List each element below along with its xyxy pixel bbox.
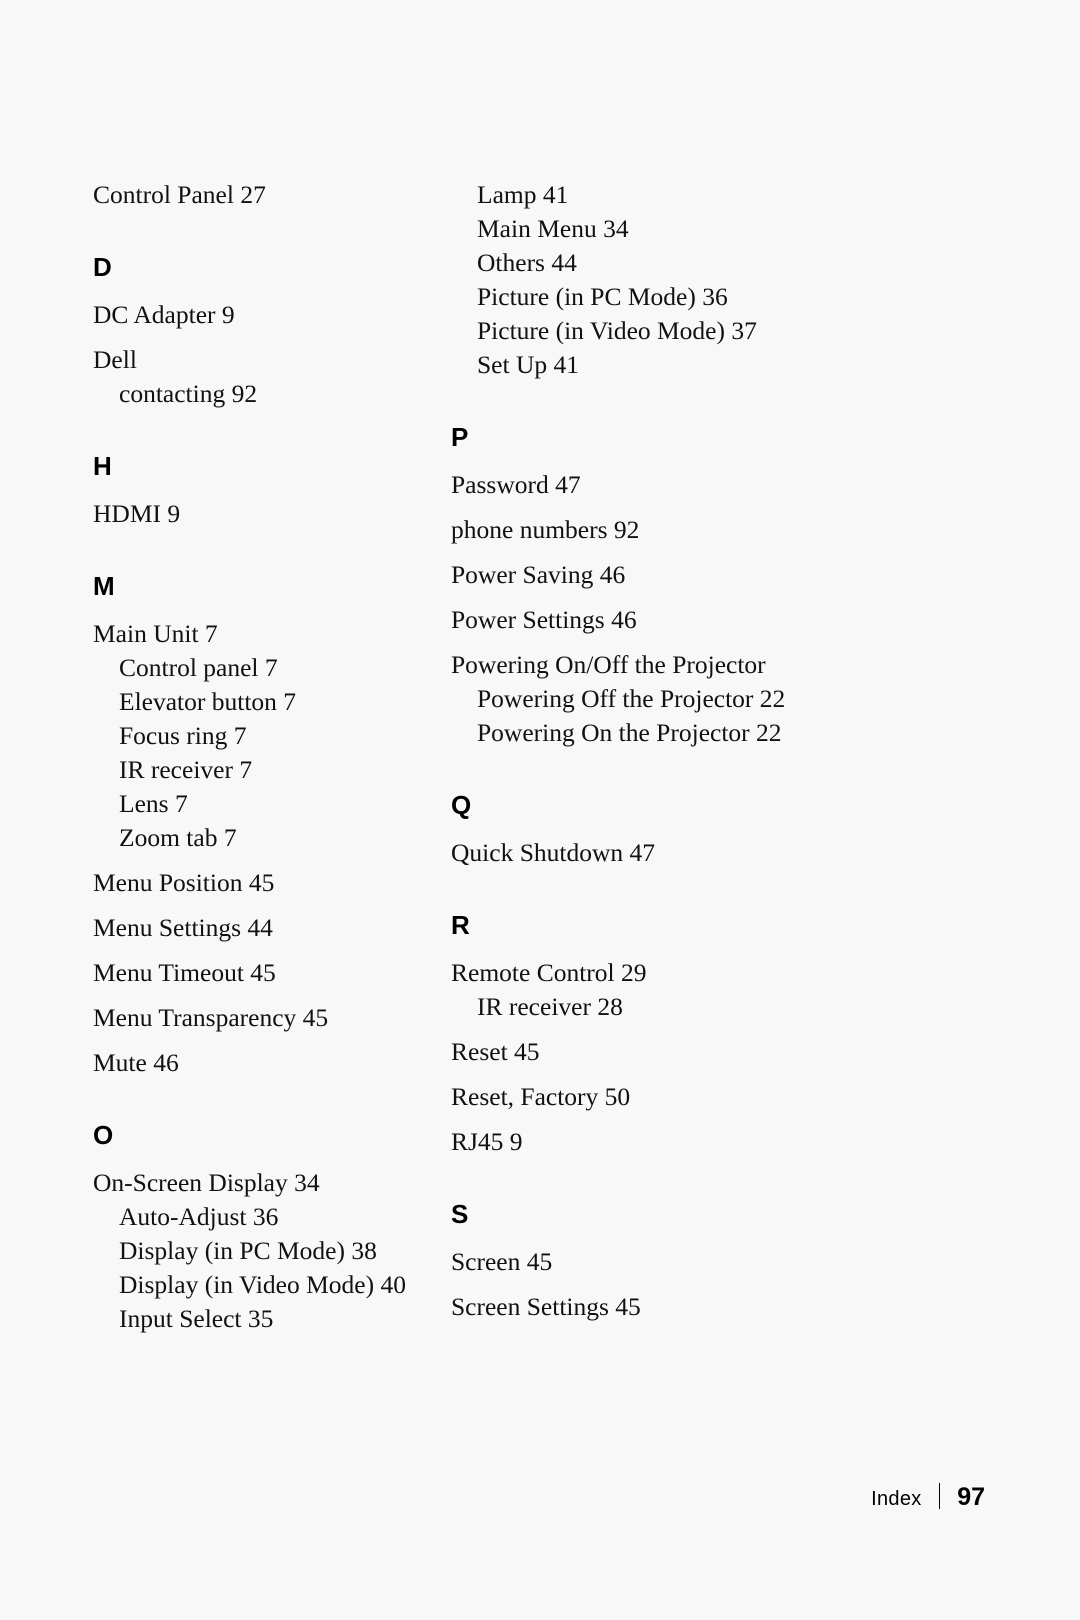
page-footer: Index 97 [871, 1479, 985, 1512]
index-subentry: Lamp 41 [477, 180, 569, 209]
index-column-left: Control Panel 27 D DC Adapter 9 Dell contact… [0, 178, 429, 1336]
index-subentry: Powering On the Projector 22 [477, 718, 782, 747]
index-subentry: Input Select 35 [119, 1304, 274, 1333]
index-entry: Menu Settings 44 [93, 913, 273, 942]
section-letter-p: P [451, 422, 469, 452]
index-entry: Password 47 [451, 470, 581, 499]
index-subentry: Lens 7 [119, 789, 188, 818]
index-entry: Reset, Factory 50 [451, 1082, 631, 1111]
index-subentry: Powering Off the Projector 22 [477, 684, 786, 713]
index-entry: Power Saving 46 [451, 560, 626, 589]
index-subentry: Elevator button 7 [119, 687, 297, 716]
section-letter-h: H [93, 451, 112, 481]
section-letter-spacer [93, 1148, 429, 1166]
section-letter-o: O [93, 1120, 114, 1150]
section-letter-r: R [451, 910, 470, 940]
index-entry: Menu Position 45 [93, 868, 275, 897]
section-letter-spacer [451, 450, 969, 468]
index-entry: RJ45 9 [451, 1127, 523, 1156]
index-entry: HDMI 9 [93, 499, 181, 528]
index-entry: Power Settings 46 [451, 605, 637, 634]
section-letter-spacer [451, 818, 969, 836]
section-letter-spacer [93, 479, 429, 497]
index-entry: Main Unit 7 [93, 619, 218, 648]
section-letter-spacer [93, 599, 429, 617]
index-subentry: Display (in Video Mode) 40 [119, 1270, 406, 1299]
section-letter-spacer [93, 280, 429, 298]
index-entry: On-Screen Display 34 [93, 1168, 320, 1197]
index-entry: Menu Timeout 45 [93, 958, 276, 987]
index-entry: Screen 45 [451, 1247, 553, 1276]
footer-separator-rule [938, 1483, 941, 1509]
index-subentry: Picture (in Video Mode) 37 [477, 316, 757, 345]
index-entry: Screen Settings 45 [451, 1292, 641, 1321]
index-subentry: Set Up 41 [477, 350, 579, 379]
section-letter-m: M [93, 571, 115, 601]
index-entry: Reset 45 [451, 1037, 540, 1066]
section-letter-d: D [93, 252, 112, 282]
index-entry: phone numbers 92 [451, 515, 640, 544]
index-subentry: contacting 92 [119, 379, 258, 408]
section-letter-q: Q [451, 790, 472, 820]
index-subentry: Control panel 7 [119, 653, 278, 682]
index-subentry: IR receiver 7 [119, 755, 253, 784]
index-subentry: Display (in PC Mode) 38 [119, 1236, 377, 1265]
index-subentry: Auto-Adjust 36 [119, 1202, 279, 1231]
index-entry: Powering On/Off the Projector [451, 650, 766, 679]
index-entry: Quick Shutdown 47 [451, 838, 655, 867]
index-entry: Dell [93, 345, 137, 374]
index-columns: Control Panel 27 D DC Adapter 9 Dell contact… [0, 178, 1080, 1336]
index-page: Control Panel 27 D DC Adapter 9 Dell contact… [0, 0, 1080, 1620]
footer-page-number: 97 [957, 1483, 985, 1511]
index-entry: Remote Control 29 [451, 958, 647, 987]
index-subentry: Others 44 [477, 248, 577, 277]
index-entry: Control Panel 27 [93, 180, 266, 209]
index-subentry: Zoom tab 7 [119, 823, 237, 852]
index-column-right: Lamp 41 Main Menu 34 Others 44 Picture (in … [429, 178, 969, 1324]
section-letter-spacer [451, 938, 969, 956]
footer-section-label: Index [871, 1488, 922, 1510]
index-entry: Menu Transparency 45 [93, 1003, 329, 1032]
index-subentry: Main Menu 34 [477, 214, 629, 243]
index-subentry: IR receiver 28 [477, 992, 623, 1021]
index-subentry: Picture (in PC Mode) 36 [477, 282, 728, 311]
index-entry: Mute 46 [93, 1048, 179, 1077]
index-subentry: Focus ring 7 [119, 721, 247, 750]
section-letter-s: S [451, 1199, 469, 1229]
section-letter-spacer [451, 1227, 969, 1245]
index-entry: DC Adapter 9 [93, 300, 235, 329]
